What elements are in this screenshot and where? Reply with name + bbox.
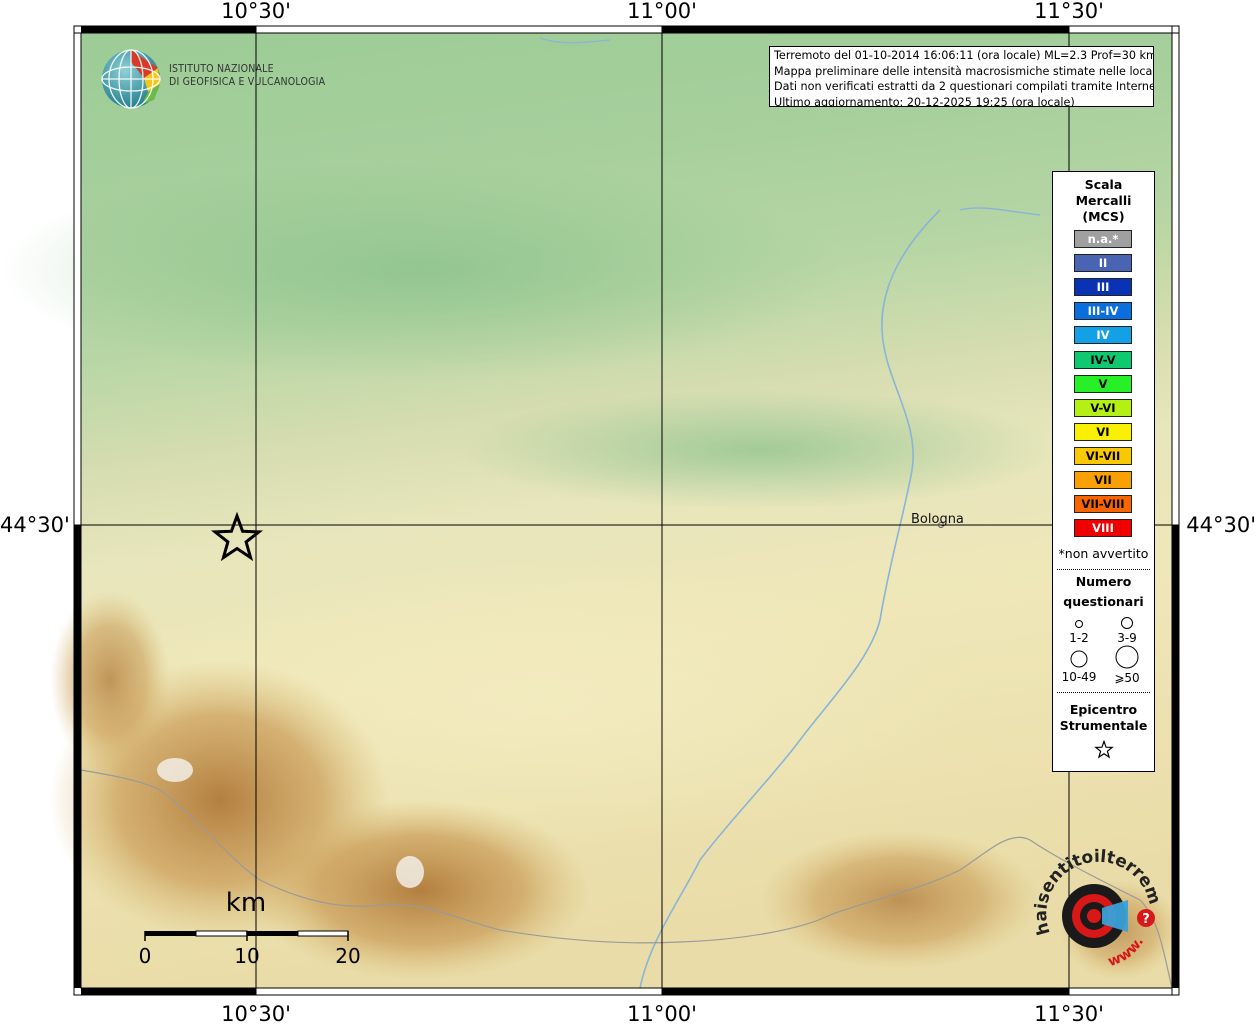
mountains-southeast <box>760 830 1040 970</box>
legend-swatch-viii: VIII <box>1074 519 1132 538</box>
event-info-box: Terremoto del 01-10-2014 16:06:11 (ora l… <box>769 46 1154 107</box>
count-circle-1-2 <box>1075 620 1083 628</box>
count-label-50: ⩾50 <box>1114 671 1140 685</box>
hst-logo-icon: haisentitoilterremoto.it www. ? <box>1032 838 1165 970</box>
tick-top-1100: 11°00' <box>627 0 697 23</box>
legend-count-title-line2: questionari <box>1063 594 1144 609</box>
count-circle-3-9 <box>1121 617 1133 629</box>
legend-swatch-iii-iv: III-IV <box>1074 302 1132 321</box>
city-label-bologna: Bologna <box>911 512 964 527</box>
legend-swatch-ii: II <box>1074 254 1132 273</box>
snow-peak-2 <box>396 856 424 888</box>
mountains-southwest <box>50 590 170 770</box>
legend-separator-1 <box>1057 569 1150 570</box>
legend-separator-2 <box>1057 692 1150 693</box>
po-valley-low-2 <box>460 390 1060 510</box>
ingv-logo-icon <box>101 49 161 109</box>
legend-title-line2: Mercalli <box>1075 193 1132 208</box>
event-info-line1: Terremoto del 01-10-2014 16:06:11 (ora l… <box>774 49 1154 62</box>
legend-swatch-vi: VI <box>1074 422 1132 441</box>
count-circle-10-49 <box>1070 650 1088 668</box>
legend-epi-title-line1: Epicentro <box>1069 702 1138 717</box>
snow-peak-1 <box>157 758 193 782</box>
legend-swatch-v-vi: V-VI <box>1074 398 1132 417</box>
mountains-south <box>250 800 590 980</box>
tick-bottom-1030: 10°30' <box>221 1002 291 1026</box>
scale-label-20: 20 <box>335 944 361 968</box>
po-valley-low <box>0 160 840 380</box>
legend-swatch-n-a: n.a.* <box>1074 230 1132 248</box>
legend-star-icon <box>1094 740 1114 759</box>
count-label-1-2: 1-2 <box>1069 631 1089 645</box>
legend-title-line1: Scala <box>1084 177 1123 192</box>
tick-top-1130: 11°30' <box>1034 0 1104 23</box>
event-info-line2: Mappa preliminare delle intensità macros… <box>774 64 1154 78</box>
scale-label-10: 10 <box>234 944 260 968</box>
count-label-10-49: 10-49 <box>1061 670 1097 684</box>
legend-count-title-line1: Numero <box>1075 574 1132 589</box>
scale-unit: km <box>225 888 267 918</box>
svg-text:?: ? <box>1142 912 1150 927</box>
tick-bottom-1130: 11°30' <box>1034 1002 1104 1026</box>
scale-label-0: 0 <box>138 944 152 968</box>
event-info-line3: Dati non verificati estratti da 2 questi… <box>774 80 1154 93</box>
legend: Scala Mercalli (MCS) n.a.* II III III-IV IV I… <box>1052 171 1155 772</box>
tick-right-4430: 44°30' <box>1186 513 1256 537</box>
tick-bottom-1100: 11°00' <box>627 1002 697 1026</box>
tick-top-1030: 10°30' <box>221 0 291 23</box>
legend-note: *non avvertito <box>1058 546 1149 561</box>
legend-epi-title-line2: Strumentale <box>1059 718 1148 733</box>
legend-swatch-iv: IV <box>1074 326 1132 345</box>
ingv-name-line2: DI GEOFISICA E VULCANOLOGIA <box>169 76 326 88</box>
legend-swatch-vii-viii: VII-VIII <box>1074 495 1132 514</box>
legend-swatch-iii: III <box>1074 278 1132 297</box>
event-info-line4: Ultimo aggiornamento: 20-12-2025 19:25 (… <box>774 95 1075 107</box>
count-circle-50 <box>1115 645 1139 669</box>
legend-swatch-vii: VII <box>1074 471 1132 489</box>
ingv-name: ISTITUTO NAZIONALE DI GEOFISICA E VULCAN… <box>169 63 325 89</box>
ingv-name-line1: ISTITUTO NAZIONALE <box>169 63 274 75</box>
legend-title-line3: (MCS) <box>1082 209 1125 224</box>
legend-count-circles <box>1070 617 1139 669</box>
legend-swatch-v: V <box>1074 374 1132 393</box>
legend-swatch-iv-v: IV-V <box>1074 350 1132 369</box>
legend-swatch-vi-vii: VI-VII <box>1074 446 1132 465</box>
tick-left-4430: 44°30' <box>0 513 70 537</box>
count-label-3-9: 3-9 <box>1117 631 1137 645</box>
